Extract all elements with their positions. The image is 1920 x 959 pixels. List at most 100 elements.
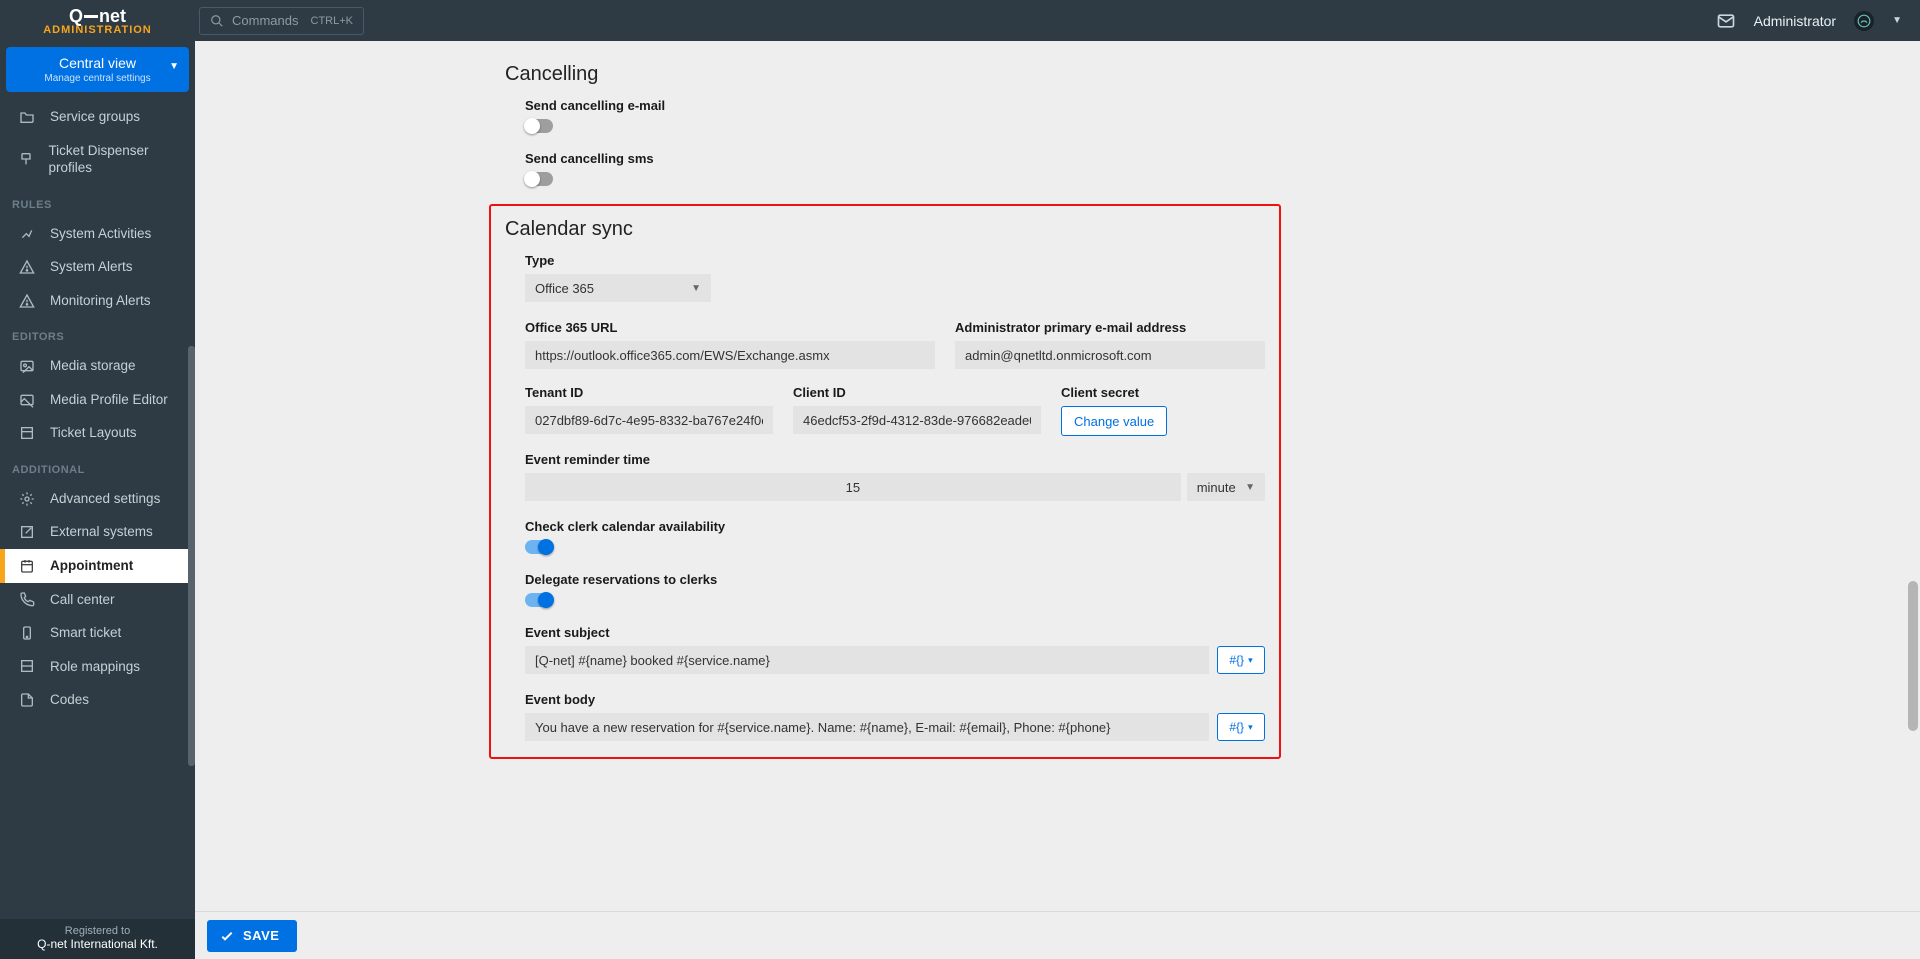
sidebar-item-label: Role mappings	[50, 658, 140, 676]
sidebar-item-system-alerts[interactable]: System Alerts	[0, 250, 195, 284]
sidebar-item-dispenser-profiles[interactable]: Ticket Dispenser profiles	[0, 134, 195, 185]
content-scroll-thumb[interactable]	[1908, 581, 1918, 731]
client-secret-label: Client secret	[1061, 385, 1181, 400]
cancel-email-label: Send cancelling e-mail	[525, 98, 1565, 113]
sidebar-item-system-activities[interactable]: System Activities	[0, 217, 195, 251]
sidebar-item-label: Smart ticket	[50, 624, 121, 642]
mail-icon[interactable]	[1716, 11, 1736, 31]
type-select[interactable]: Office 365 ▼	[525, 274, 711, 302]
command-search[interactable]: Commands CTRL+K	[199, 7, 364, 35]
admin-email-label: Administrator primary e-mail address	[955, 320, 1265, 335]
sidebar-item-external-systems[interactable]: External systems	[0, 515, 195, 549]
save-button[interactable]: SAVE	[207, 920, 297, 952]
avatar[interactable]	[1854, 11, 1874, 31]
sidebar-scrollbar[interactable]	[188, 146, 195, 909]
folder-icon	[18, 109, 36, 125]
section-title-cancelling: Cancelling	[505, 63, 1565, 86]
cancel-email-toggle[interactable]	[525, 119, 553, 133]
sidebar-heading-editors: EDITORS	[0, 317, 195, 349]
activity-icon	[18, 225, 36, 241]
alert-icon	[18, 259, 36, 275]
check-availability-label: Check clerk calendar availability	[525, 519, 1265, 534]
sidebar-item-label: Call center	[50, 591, 115, 609]
subject-placeholder-picker[interactable]: #{} ▾	[1217, 646, 1265, 674]
sidebar-item-label: Codes	[50, 691, 89, 709]
sidebar-item-label: Advanced settings	[50, 490, 160, 508]
app-header: Qnet ADMINISTRATION Commands CTRL+K Admi…	[0, 0, 1920, 41]
reminder-value-input[interactable]	[525, 473, 1181, 501]
sidebar-item-smart-ticket[interactable]: Smart ticket	[0, 616, 195, 650]
chevron-down-icon: ▾	[1248, 655, 1253, 666]
calendar-sync-highlight: Calendar sync Type Office 365 ▼ Office 3…	[489, 204, 1281, 759]
sidebar-scroll-thumb[interactable]	[188, 346, 195, 766]
save-button-label: SAVE	[243, 928, 279, 943]
reminder-label: Event reminder time	[525, 452, 1265, 467]
sidebar-item-monitoring-alerts[interactable]: Monitoring Alerts	[0, 284, 195, 318]
admin-email-input[interactable]	[955, 341, 1265, 369]
content-scrollbar[interactable]	[1908, 41, 1918, 911]
gear-icon	[18, 491, 36, 507]
calendar-icon	[18, 558, 36, 574]
placeholder-picker-label: #{}	[1229, 653, 1244, 667]
change-secret-button[interactable]: Change value	[1061, 406, 1167, 436]
page-footer: SAVE	[195, 911, 1920, 959]
file-icon	[18, 692, 36, 708]
check-icon	[219, 928, 235, 944]
tenant-id-input[interactable]	[525, 406, 773, 434]
sidebar-item-role-mappings[interactable]: Role mappings	[0, 650, 195, 684]
event-subject-label: Event subject	[525, 625, 1265, 640]
sidebar-item-appointment[interactable]: Appointment	[0, 549, 195, 583]
type-value: Office 365	[535, 281, 594, 296]
office-url-input[interactable]	[525, 341, 935, 369]
logo-text: net	[99, 6, 126, 26]
check-availability-toggle[interactable]	[525, 540, 553, 554]
body-placeholder-picker[interactable]: #{} ▾	[1217, 713, 1265, 741]
event-subject-input[interactable]	[525, 646, 1209, 674]
app-logo: Qnet ADMINISTRATION	[0, 6, 195, 36]
sidebar-item-label: External systems	[50, 523, 153, 541]
view-switch[interactable]: Central view Manage central settings ▼	[6, 47, 189, 92]
sidebar-item-label: Ticket Layouts	[50, 424, 137, 442]
sidebar-item-label: Media Profile Editor	[50, 391, 168, 409]
view-switch-subtitle: Manage central settings	[16, 73, 179, 84]
sidebar-item-label: Media storage	[50, 357, 136, 375]
chevron-down-icon: ▾	[1248, 722, 1253, 733]
reminder-unit-select[interactable]: minute ▼	[1187, 473, 1265, 501]
sidebar-item-label: System Alerts	[50, 258, 133, 276]
cancel-sms-label: Send cancelling sms	[525, 151, 1565, 166]
office-url-label: Office 365 URL	[525, 320, 935, 335]
sidebar-item-call-center[interactable]: Call center	[0, 583, 195, 617]
tenant-id-label: Tenant ID	[525, 385, 773, 400]
search-icon	[210, 14, 224, 28]
client-id-input[interactable]	[793, 406, 1041, 434]
event-body-input[interactable]	[525, 713, 1209, 741]
sidebar-item-ticket-layouts[interactable]: Ticket Layouts	[0, 416, 195, 450]
layout-icon	[18, 425, 36, 441]
chevron-down-icon: ▼	[691, 283, 701, 294]
sidebar-heading-rules: RULES	[0, 185, 195, 217]
phone-icon	[18, 591, 36, 607]
sidebar-item-label: Appointment	[50, 557, 133, 575]
event-body-label: Event body	[525, 692, 1265, 707]
type-label: Type	[525, 253, 1265, 268]
mobile-icon	[18, 625, 36, 641]
delegate-reservations-toggle[interactable]	[525, 593, 553, 607]
alert-icon	[18, 293, 36, 309]
sidebar-item-advanced-settings[interactable]: Advanced settings	[0, 482, 195, 516]
sidebar-item-label: System Activities	[50, 225, 151, 243]
chevron-down-icon: ▼	[169, 61, 179, 72]
logo-subtitle: ADMINISTRATION	[0, 24, 195, 36]
sidebar-item-service-groups[interactable]: Service groups	[0, 100, 195, 134]
client-id-label: Client ID	[793, 385, 1041, 400]
delegate-reservations-label: Delegate reservations to clerks	[525, 572, 1265, 587]
sidebar-footer: Registered to Q-net International Kft.	[0, 919, 195, 959]
cancel-sms-toggle[interactable]	[525, 172, 553, 186]
sidebar-item-media-profile-editor[interactable]: Media Profile Editor	[0, 383, 195, 417]
chevron-down-icon[interactable]: ▼	[1892, 15, 1902, 26]
image-icon	[18, 392, 36, 408]
sidebar-item-codes[interactable]: Codes	[0, 683, 195, 717]
external-icon	[18, 524, 36, 540]
sidebar-item-label: Service groups	[50, 108, 140, 126]
sidebar-item-media-storage[interactable]: Media storage	[0, 349, 195, 383]
reminder-unit-value: minute	[1197, 480, 1236, 495]
